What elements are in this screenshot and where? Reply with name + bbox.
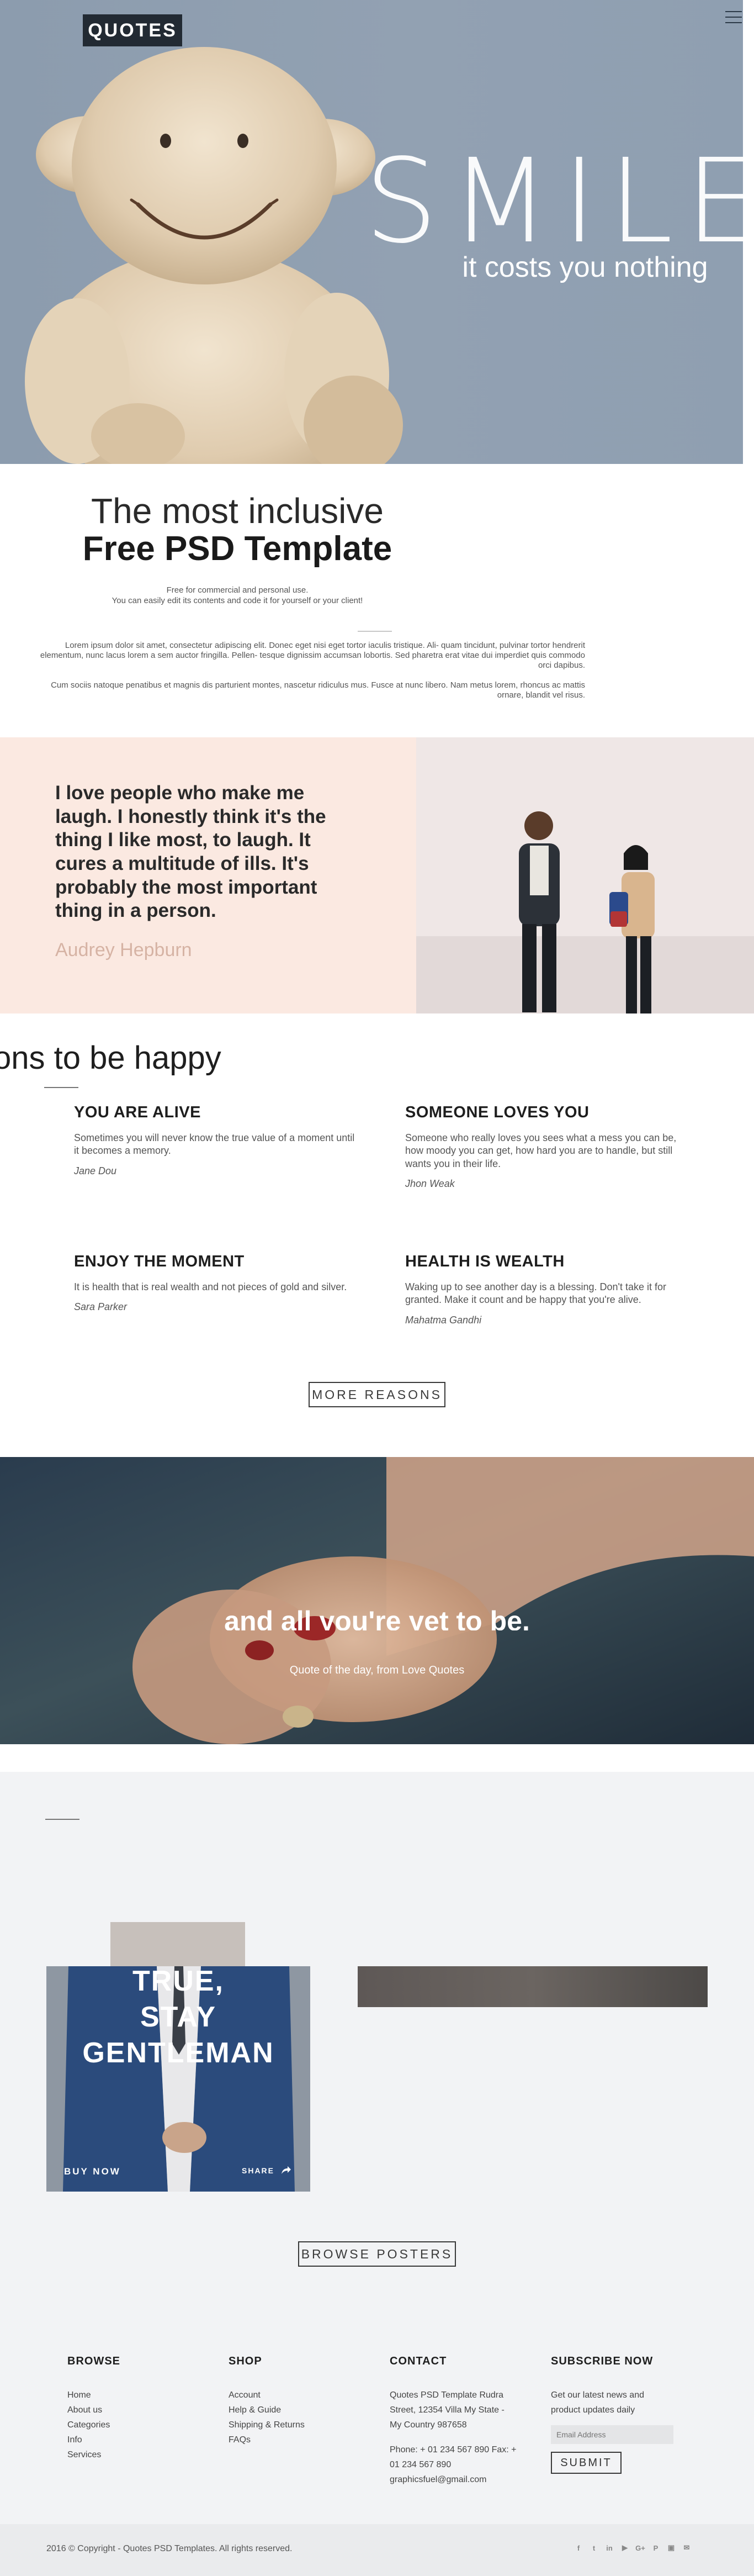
footer-heading: SUBSCRIBE NOW (551, 2355, 654, 2367)
contact-address-line: Street, 12354 Villa My State - (390, 2405, 505, 2415)
hero-title: SMILE (364, 134, 743, 269)
more-reasons-button[interactable]: MORE REASONS (309, 1382, 445, 1407)
hero-banner: QUOTES SMILE it costs you nothing (0, 0, 743, 464)
twitter-icon[interactable]: t (590, 2543, 598, 2552)
intro-small-text: Free for commercial and personal use. Yo… (55, 585, 420, 606)
holding-hands-photo (0, 1457, 754, 1744)
featured-quote-section: I love people who make me laugh. I hones… (0, 737, 754, 1013)
quote-of-day-caption: Quote of the day, from Love Quotes (289, 1664, 465, 1676)
intro-title-line2: Free PSD Template (82, 530, 392, 568)
share-arrow-icon[interactable] (280, 2165, 291, 2175)
footer-heading: SHOP (229, 2355, 262, 2367)
quote-panel: I love people who make me laugh. I hones… (0, 737, 416, 1013)
footer-link-shipping[interactable]: Shipping & Returns (229, 2417, 361, 2432)
reason-title: ENJOY THE MOMENT (74, 1253, 245, 1270)
quote-of-day-text: and all you're yet to be. (224, 1607, 530, 1630)
footer-link-help[interactable]: Help & Guide (229, 2403, 361, 2417)
reason-author: Mahatma Gandhi (405, 1314, 482, 1326)
footer-link-categories[interactable]: Categories (67, 2417, 200, 2432)
copyright-text: 2016 © Copyright - Quotes PSD Templates.… (46, 2544, 293, 2553)
hero-subtitle: it costs you nothing (462, 251, 708, 283)
footer-heading: CONTACT (390, 2355, 447, 2367)
subscribe-text-line: product updates daily (551, 2405, 635, 2415)
contact-email-link[interactable]: graphicsfuel@gmail.com (390, 2472, 522, 2487)
contact-address-line: Quotes PSD Template Rudra (390, 2390, 504, 2400)
poster-buy-now-link[interactable]: BUY NOW (64, 2166, 121, 2177)
subscribe-submit-button[interactable]: SUBMIT (551, 2452, 622, 2474)
reason-card: YOU ARE ALIVE Sometimes you will never k… (74, 1104, 355, 1177)
facebook-icon[interactable]: f (574, 2543, 583, 2552)
reasons-divider (44, 1087, 78, 1088)
mail-icon[interactable]: ✉ (682, 2543, 691, 2552)
intro-paragraph: Cum sociis natoque penatibus et magnis d… (51, 680, 585, 700)
subscribe-text-line: Get our latest news and (551, 2390, 644, 2400)
footer-link-home[interactable]: Home (67, 2388, 200, 2403)
reason-title: SOMEONE LOVES YOU (405, 1104, 590, 1121)
reason-author: Jane Dou (74, 1165, 117, 1176)
site-logo[interactable]: QUOTES (83, 14, 182, 46)
footer-link-faqs[interactable]: FAQs (229, 2432, 361, 2447)
instagram-icon[interactable]: ▣ (667, 2543, 676, 2552)
poster-headline-line: TRUE, (132, 1965, 224, 1997)
reason-title: HEALTH IS WEALTH (405, 1253, 565, 1270)
reason-text: Someone who really loves you sees what a… (405, 1132, 677, 1169)
page-gutter (743, 0, 754, 464)
intro-divider (358, 631, 392, 632)
footer-shop-column: SHOP Account Help & Guide Shipping & Ret… (229, 2355, 361, 2447)
reason-author: Jhon Weak (405, 1178, 455, 1190)
reason-card: SOMEONE LOVES YOU Someone who really lov… (405, 1104, 687, 1190)
laughing-couple-photo (416, 737, 754, 1013)
footer-contact-column: CONTACT Quotes PSD Template Rudra Street… (390, 2355, 522, 2487)
reason-author: Sara Parker (74, 1301, 128, 1313)
quote-author: Audrey Hepburn (55, 939, 192, 960)
poster-image-top (110, 1922, 245, 1966)
intro-title-line1: The most inclusive (91, 491, 384, 531)
intro-paragraph: Lorem ipsum dolor sit amet, consectetur … (40, 641, 585, 670)
footer-link-info[interactable]: Info (67, 2432, 200, 2447)
reason-title: YOU ARE ALIVE (74, 1104, 201, 1121)
contact-phone-line: 01 234 567 890 (390, 2460, 452, 2469)
google-plus-icon[interactable]: G+ (635, 2543, 645, 2552)
intro-body: Lorem ipsum dolor sit amet, consectetur … (28, 641, 585, 710)
reason-text: It is health that is real wealth and not… (74, 1281, 347, 1292)
youtube-icon[interactable]: ▶ (620, 2543, 629, 2552)
reasons-section-title: ons to be happy (0, 1040, 221, 1076)
subscribe-email-input[interactable] (551, 2425, 673, 2444)
poster-headline-line: GENTLEMAN (82, 2037, 274, 2069)
contact-address-line: My Country 987658 (390, 2420, 467, 2430)
pinterest-icon[interactable]: P (651, 2543, 660, 2552)
reason-text: Waking up to see another day is a blessi… (405, 1281, 667, 1306)
footer-link-account[interactable]: Account (229, 2388, 361, 2403)
footer-subscribe-column: SUBSCRIBE NOW Get our latest news and pr… (551, 2355, 683, 2474)
poster-share-link[interactable]: SHARE (242, 2166, 274, 2175)
linkedin-icon[interactable]: in (605, 2543, 614, 2552)
reason-text: Sometimes you will never know the true v… (74, 1132, 355, 1157)
footer-link-services[interactable]: Services (67, 2447, 200, 2462)
contact-phone-line: Phone: + 01 234 567 890 Fax: + (390, 2445, 517, 2454)
reason-card: HEALTH IS WEALTH Waking up to see anothe… (405, 1253, 687, 1326)
footer-browse-column: BROWSE Home About us Categories Info Ser… (67, 2355, 200, 2462)
reason-card: ENJOY THE MOMENT It is health that is re… (74, 1253, 355, 1313)
footer-heading: BROWSE (67, 2355, 120, 2367)
quote-text: I love people who make me laugh. I hones… (55, 782, 326, 922)
intro-small-line1: Free for commercial and personal use. (166, 585, 309, 595)
poster-image-strip[interactable] (358, 1966, 708, 2007)
hamburger-menu-icon[interactable] (724, 9, 743, 25)
poster-headline-line: STAY (140, 2001, 217, 2033)
posters-divider (45, 1819, 79, 1820)
poster-headline: TRUE, STAY GENTLEMAN (46, 1963, 310, 2071)
footer-link-about[interactable]: About us (67, 2403, 200, 2417)
intro-small-line2: You can easily edit its contents and cod… (111, 595, 363, 605)
browse-posters-button[interactable]: BROWSE POSTERS (298, 2241, 456, 2267)
social-links: f t in ▶ G+ P ▣ ✉ (574, 2543, 691, 2552)
